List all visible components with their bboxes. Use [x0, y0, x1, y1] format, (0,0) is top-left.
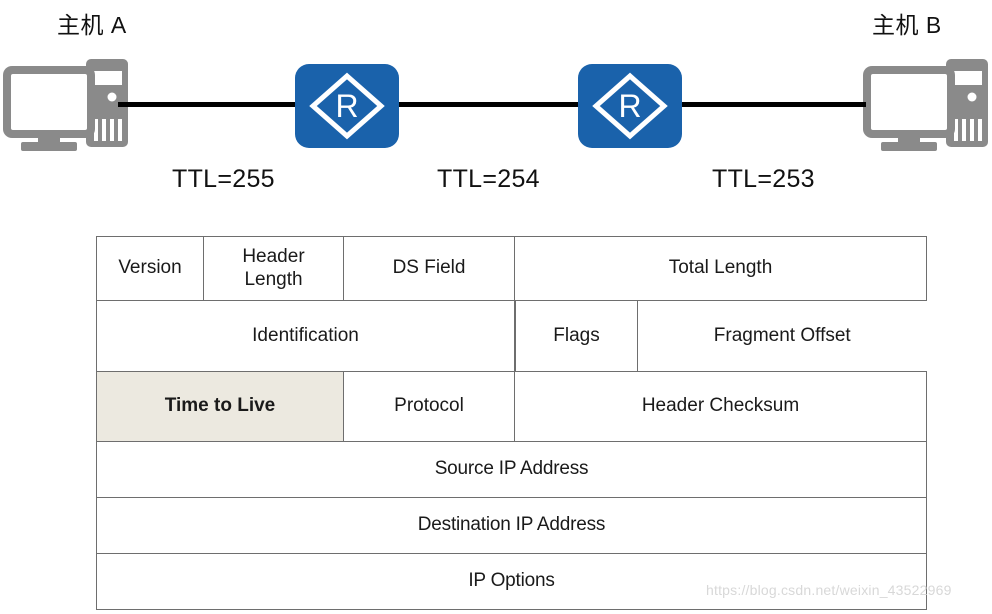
field-header-length-line2: Length — [244, 268, 303, 290]
table-row: Source IP Address — [96, 441, 927, 498]
field-flags: Flags — [515, 301, 638, 371]
router-icon: R — [578, 64, 682, 148]
host-a-label: 主机 A — [57, 12, 127, 38]
field-time-to-live: Time to Live — [96, 371, 344, 442]
ttl-label-segment-2: TTL=254 — [437, 165, 540, 193]
svg-text:R: R — [335, 88, 358, 124]
field-header-length-line1: Header — [242, 246, 305, 268]
computer-icon — [2, 57, 130, 157]
field-fragment-offset: Fragment Offset — [637, 301, 927, 371]
table-row: Version Header Length DS Field Total Leng… — [96, 236, 927, 301]
field-protocol: Protocol — [343, 371, 515, 442]
ip-header-table: Version Header Length DS Field Total Leng… — [96, 236, 927, 610]
network-link — [681, 102, 866, 107]
network-link — [397, 102, 581, 107]
network-link — [118, 102, 298, 107]
table-row: Time to Live Protocol Header Checksum — [96, 371, 927, 442]
watermark-text: https://blog.csdn.net/weixin_43522969 — [706, 582, 952, 598]
host-b-label: 主机 B — [872, 12, 942, 38]
field-total-length: Total Length — [514, 236, 927, 301]
field-identification: Identification — [96, 300, 515, 372]
table-row: Destination IP Address — [96, 497, 927, 554]
table-row: Identification Flags Fragment Offset — [96, 300, 927, 372]
field-ds-field: DS Field — [343, 236, 515, 301]
ttl-label-segment-3: TTL=253 — [712, 165, 815, 193]
router-icon: R — [295, 64, 399, 148]
computer-icon — [862, 57, 990, 157]
field-destination-ip-address: Destination IP Address — [96, 497, 927, 554]
field-header-length: Header Length — [203, 236, 344, 301]
ttl-label-segment-1: TTL=255 — [172, 165, 275, 193]
network-topology-diagram: 主机 A 主机 B R R TTL=255 TTL=254 TTL=253 — [0, 0, 992, 215]
field-version: Version — [96, 236, 204, 301]
field-flags-and-offset: Flags Fragment Offset — [515, 301, 927, 372]
field-header-checksum: Header Checksum — [514, 371, 927, 442]
field-source-ip-address: Source IP Address — [96, 441, 927, 498]
svg-text:R: R — [618, 88, 641, 124]
